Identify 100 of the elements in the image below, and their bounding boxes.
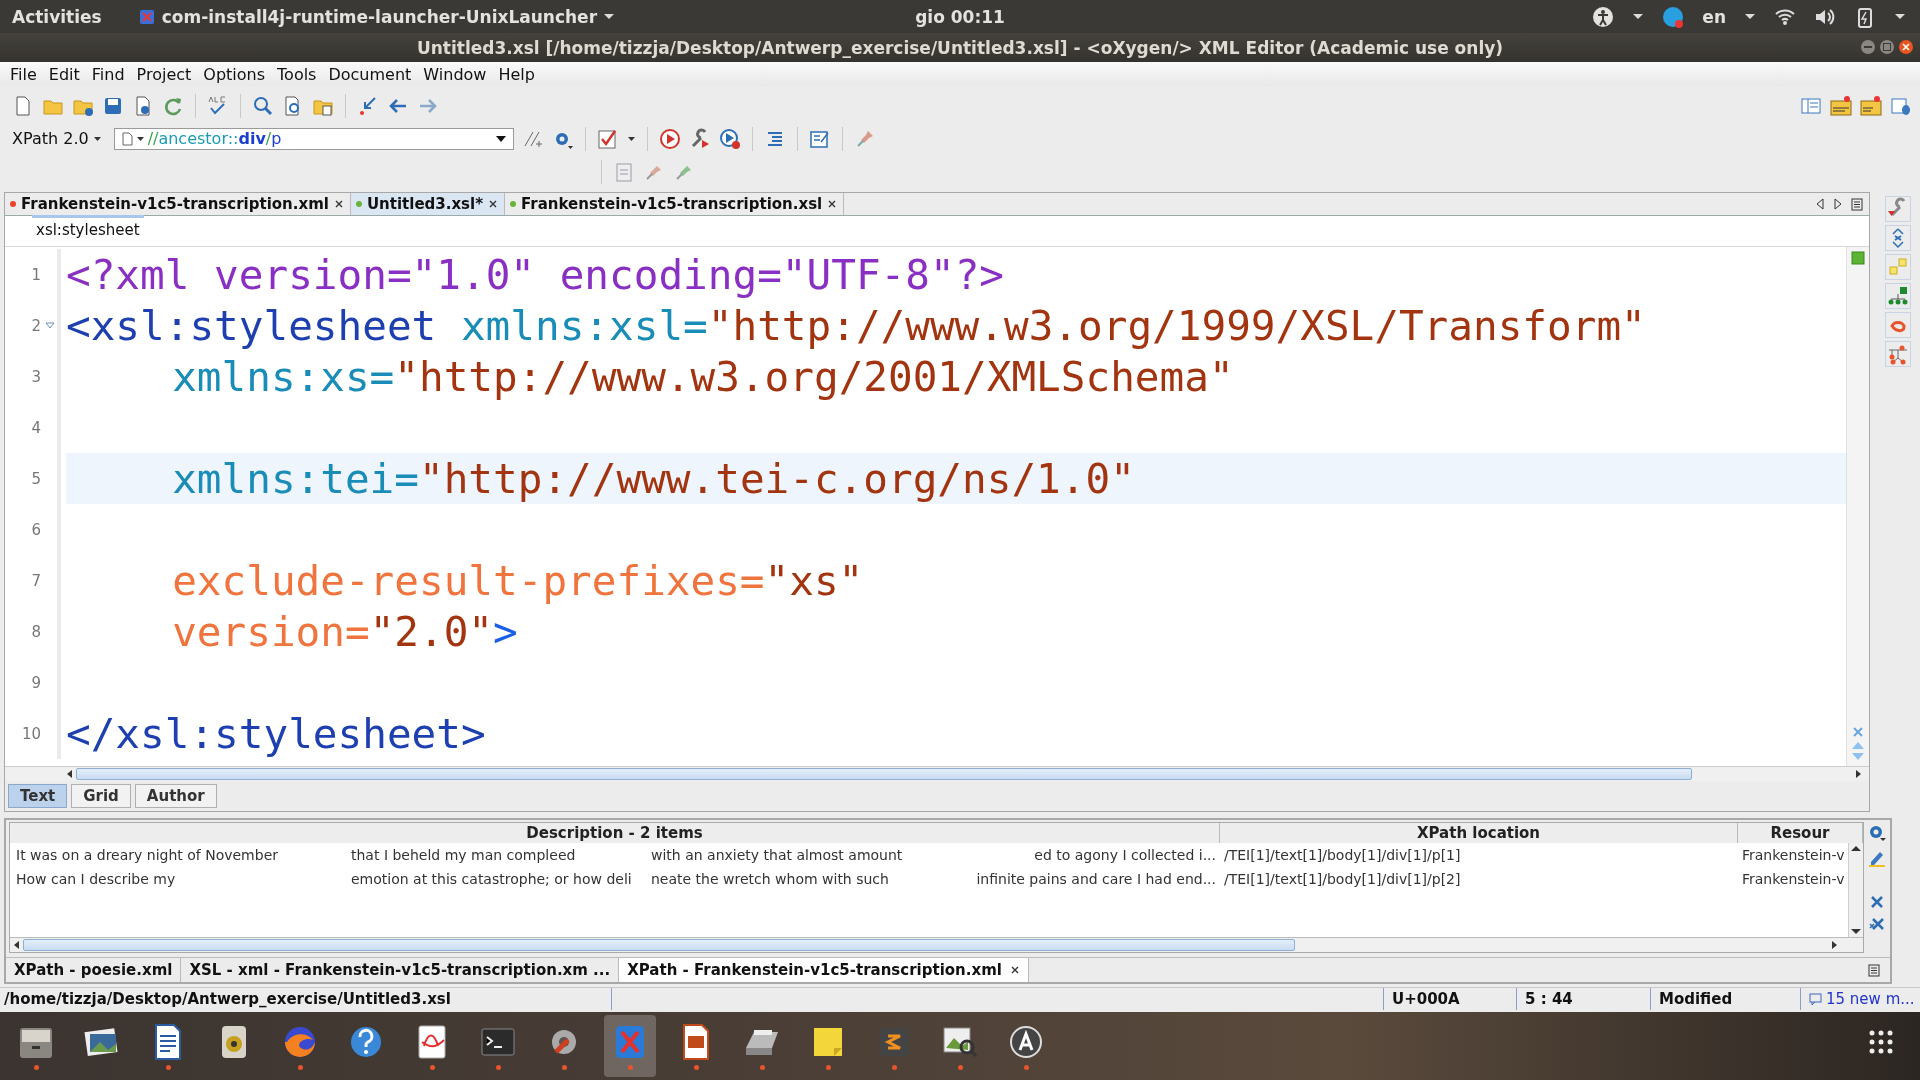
scrollbar-thumb[interactable] (76, 768, 1692, 780)
menu-item[interactable]: Project (130, 64, 198, 84)
code-line: exclude-result-prefixes="xs" (171, 556, 864, 605)
app-icon[interactable] (137, 7, 156, 26)
description-text: ed to agony I collected i... (1033, 847, 1217, 863)
menu-item[interactable]: Find (85, 64, 131, 84)
search-icon[interactable] (252, 94, 274, 117)
line-number: 7 (30, 571, 42, 590)
scroll-right-icon[interactable] (1854, 769, 1863, 779)
maximize-button[interactable] (1879, 39, 1895, 55)
messages-link[interactable]: 15 new m... (1826, 988, 1915, 1010)
clock[interactable]: gio 00:11 (915, 6, 1005, 27)
menu-item[interactable]: Document (322, 64, 418, 84)
code-line: <?xml version="1.0" encoding="UTF-8"?> (66, 250, 1004, 299)
character-code: U+000A (1383, 988, 1516, 1010)
caret-icon[interactable] (1744, 12, 1756, 21)
code-line: <xsl:stylesheet xmlns:xsl="http://www.w3.org/1999/XSL/Transform" (66, 301, 1646, 350)
line-number: 1 (30, 265, 42, 284)
code-line: xmlns:xs="http://www.w3.org/2001/XMLSchema" (171, 352, 1234, 401)
breadcrumb-item[interactable]: xsl:stylesheet (32, 215, 144, 239)
close-icon[interactable] (488, 199, 499, 209)
mode-tab[interactable]: Author (134, 784, 217, 808)
cursor-position: 5 : 44 (1516, 988, 1650, 1010)
file-path: /home/tizzja/Desktop/Antwerp_exercise/Untitled3.xsl (0, 988, 612, 1010)
scroll-left-icon[interactable] (1815, 198, 1825, 210)
go-to-marker-icon[interactable] (357, 94, 379, 117)
tab-list-icon[interactable] (1868, 963, 1880, 977)
description-text: emotion at this catastrophe; or how deli (351, 871, 633, 887)
outline-icon[interactable] (1885, 283, 1911, 309)
line-number: 2 (30, 316, 42, 335)
xpath-field[interactable]: //ancestor::div/p (113, 127, 514, 150)
scroll-right-icon[interactable] (1833, 198, 1843, 210)
xpath-location-cell-text: /TEI[1]/text[1]/body[1]/div[1]/p[2] (1223, 871, 1462, 887)
editor-tab[interactable]: Frankenstein-v1c5-transcription.xml (5, 193, 351, 215)
resource-cell-text: Frankenstein-v (1741, 871, 1846, 887)
menu-item[interactable]: Edit (42, 64, 86, 84)
column-header[interactable]: Description - 2 items (10, 823, 1220, 843)
validate-icon[interactable] (596, 127, 619, 150)
close-icon[interactable] (333, 199, 344, 209)
remove-icon[interactable] (1869, 894, 1885, 910)
menu-item[interactable]: Window (417, 64, 493, 84)
description-text: with an anxiety that almost amount (651, 847, 904, 863)
scroll-left-icon[interactable] (12, 940, 21, 950)
document-icon (120, 131, 133, 146)
editor-tab[interactable]: Frankenstein-v1c5-transcription.xsl (505, 193, 845, 215)
scroll-right-icon[interactable] (1830, 940, 1839, 950)
document-state: Modified (1650, 988, 1800, 1010)
scroll-left-icon[interactable] (65, 769, 74, 779)
code-line: </xsl:stylesheet> (66, 709, 486, 758)
fold-toggle-icon[interactable] (45, 321, 55, 330)
remove-all-icon[interactable] (1868, 916, 1886, 932)
activities-button[interactable]: Activities (12, 6, 102, 27)
status-ok-icon (1851, 251, 1865, 265)
menu-item[interactable]: Options (197, 64, 272, 84)
caret-icon[interactable] (626, 134, 636, 143)
code-line: version="2.0"> (171, 607, 518, 656)
accessibility-icon[interactable] (1592, 5, 1615, 28)
caret-icon[interactable] (603, 12, 616, 21)
line-number: 3 (30, 367, 42, 386)
mode-tab[interactable]: Grid (71, 784, 131, 808)
menu-item[interactable]: Help (492, 64, 541, 84)
resource-cell-text: Frankenstein-v (1741, 847, 1846, 863)
menu-item[interactable]: Tools (271, 64, 323, 84)
scrollbar-thumb[interactable] (23, 939, 1295, 951)
line-number: 9 (30, 673, 42, 692)
message-icon[interactable] (1809, 992, 1822, 1006)
minimize-button[interactable] (1860, 39, 1876, 55)
mode-tab[interactable]: Text (8, 784, 68, 808)
xpath-location-cell-text: /TEI[1]/text[1]/body[1]/div[1]/p[1] (1223, 847, 1462, 863)
tab-list-icon[interactable] (1851, 197, 1863, 211)
language-indicator[interactable]: en (1702, 6, 1726, 27)
caret-icon (135, 134, 145, 143)
results-tab[interactable]: XPath - Frankenstein-v1c5-transcription.xml (619, 958, 1029, 982)
line-number: 5 (30, 469, 42, 488)
caret-icon[interactable] (1894, 12, 1906, 21)
code-line: xmlns:tei="http://www.tei-c.org/ns/1.0" (171, 454, 1135, 503)
app-menu[interactable]: com-install4j-runtime-launcher-UnixLauncher (161, 6, 598, 27)
description-text: neate the wretch whom with such (651, 871, 890, 887)
description-text: that I beheld my man compleed (351, 847, 577, 863)
results-tab[interactable]: XPath - poesie.xml (6, 958, 182, 982)
description-text: infinite pains and care I had end... (975, 871, 1217, 887)
run-icon[interactable] (658, 127, 681, 150)
close-icon[interactable] (1009, 965, 1020, 975)
line-number: 8 (30, 622, 42, 641)
window-title: Untitled3.xsl [/home/tizzja/Desktop/Antwerp_exercise/Untitled3.xsl] - <oXygen/> XML Editor (Academic use only) (416, 37, 1504, 58)
line-number: 10 (20, 724, 42, 743)
description-text: It was on a dreary night of November (16, 847, 279, 863)
caret-icon[interactable] (1632, 12, 1645, 21)
chat-app-icon[interactable] (1662, 5, 1685, 28)
debug-icon[interactable] (718, 127, 741, 150)
menu-item[interactable]: File (4, 64, 43, 84)
close-button[interactable] (1898, 39, 1914, 55)
xpath-version-selector[interactable]: XPath 2.0 (12, 129, 89, 148)
close-icon[interactable] (827, 199, 838, 209)
caret-icon[interactable] (92, 134, 102, 143)
line-number: 4 (30, 418, 42, 437)
editor-tab[interactable]: Untitled3.xsl* (350, 193, 506, 215)
description-text: How can I describe my (16, 871, 177, 887)
column-header[interactable]: XPath location (1220, 823, 1738, 843)
line-number: 6 (30, 520, 42, 539)
